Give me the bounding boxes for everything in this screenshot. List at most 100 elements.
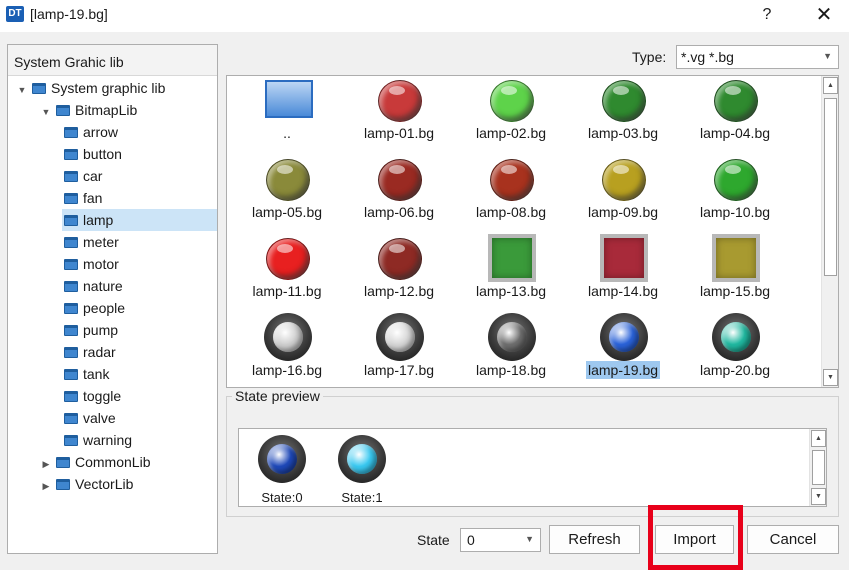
file-label: lamp-17.bg	[363, 362, 435, 378]
collapse-arrow-icon[interactable]: ▼	[40, 101, 52, 123]
scroll-up-icon[interactable]: ▲	[811, 430, 826, 447]
tree-item-label: people	[83, 300, 126, 316]
folder-icon	[64, 325, 78, 336]
tree-item-pump[interactable]: pump	[64, 319, 118, 341]
tree-item-label: fan	[83, 190, 103, 206]
lamp-thumbnail-icon	[714, 159, 758, 201]
folder-icon	[64, 215, 78, 226]
scroll-down-icon[interactable]: ▼	[811, 488, 826, 505]
state-label: State:1	[341, 490, 383, 505]
app-icon: DT	[6, 6, 24, 22]
tree-item-warning[interactable]: warning	[64, 429, 132, 451]
file-item[interactable]: lamp-14.bg	[567, 234, 679, 315]
file-item[interactable]: lamp-08.bg	[455, 157, 567, 236]
lamp-thumbnail-icon	[488, 234, 536, 282]
cancel-button[interactable]: Cancel	[747, 525, 839, 554]
tree-item-toggle[interactable]: toggle	[64, 385, 121, 407]
expand-arrow-icon[interactable]: ▶	[40, 453, 52, 475]
lamp-thumbnail-icon	[378, 159, 422, 201]
tree-item-vectorlib[interactable]: ▶ VectorLib	[40, 473, 134, 497]
tree-item-label: arrow	[83, 124, 119, 140]
file-item[interactable]: lamp-20.bg	[679, 313, 791, 387]
lamp-thumbnail-icon	[488, 313, 536, 361]
folder-icon	[64, 259, 78, 270]
lamp-thumbnail-icon	[378, 238, 422, 280]
tree-item-label: warning	[83, 432, 133, 448]
file-label: lamp-14.bg	[587, 283, 659, 299]
scroll-down-icon[interactable]: ▼	[823, 369, 838, 386]
refresh-button[interactable]: Refresh	[549, 525, 640, 554]
tree-item-label: toggle	[83, 388, 122, 404]
tree-item-system-graphic-lib[interactable]: ▼ System graphic lib	[16, 77, 166, 101]
collapse-arrow-icon[interactable]: ▼	[16, 79, 28, 101]
lamp-thumbnail-icon	[600, 313, 648, 361]
file-item[interactable]: lamp-04.bg	[679, 78, 791, 157]
tree-item-people[interactable]: people	[64, 297, 125, 319]
lamp-thumbnail-icon	[266, 238, 310, 280]
tree-item-nature[interactable]: nature	[64, 275, 123, 297]
file-item[interactable]: lamp-01.bg	[343, 78, 455, 157]
scrollbar-thumb[interactable]	[812, 450, 825, 485]
parent-folder-icon	[265, 80, 313, 118]
tree-item-bitmaplib[interactable]: ▼ BitmapLib	[40, 99, 138, 123]
help-button[interactable]: ?	[752, 2, 782, 28]
file-item[interactable]: lamp-19.bg	[567, 313, 679, 387]
file-item[interactable]: lamp-15.bg	[679, 234, 791, 315]
tree-item-lamp[interactable]: lamp	[62, 209, 217, 231]
tree-item-label: motor	[83, 256, 119, 272]
state-item[interactable]: State:0	[247, 435, 317, 505]
window-title: [lamp-19.bg]	[30, 6, 108, 22]
type-filter-value: *.vg *.bg	[681, 49, 734, 65]
file-item[interactable]: lamp-09.bg	[567, 157, 679, 236]
tree-item-arrow[interactable]: arrow	[64, 121, 118, 143]
file-item[interactable]: lamp-03.bg	[567, 78, 679, 157]
tree-item-button[interactable]: button	[64, 143, 122, 165]
file-item[interactable]: lamp-05.bg	[231, 157, 343, 236]
type-filter-select[interactable]: *.vg *.bg ▼	[676, 45, 839, 69]
lamp-state-icon	[258, 435, 306, 483]
close-button[interactable]: ✕	[806, 2, 842, 28]
tree-item-fan[interactable]: fan	[64, 187, 102, 209]
tree-item-car[interactable]: car	[64, 165, 102, 187]
state-label: State	[417, 532, 450, 548]
state-preview-title: State preview	[232, 388, 323, 404]
tree-item-meter[interactable]: meter	[64, 231, 119, 253]
file-item[interactable]: lamp-02.bg	[455, 78, 567, 157]
tree-item-label: System graphic lib	[51, 80, 166, 96]
file-grid-scrollbar[interactable]: ▲ ▼	[821, 76, 838, 387]
scroll-up-icon[interactable]: ▲	[823, 77, 838, 94]
state-preview-list: State:0 State:1 ▲ ▼	[238, 428, 827, 507]
file-item[interactable]: lamp-11.bg	[231, 236, 343, 315]
file-item[interactable]: lamp-12.bg	[343, 236, 455, 315]
file-grid: .. lamp-01.bg lamp-02.bg lamp-03.bg lamp-04.…	[226, 75, 839, 388]
folder-icon	[56, 105, 70, 116]
file-label: lamp-10.bg	[699, 204, 771, 220]
lamp-thumbnail-icon	[602, 159, 646, 201]
file-item[interactable]: lamp-17.bg	[343, 313, 455, 387]
file-item[interactable]: lamp-18.bg	[455, 313, 567, 387]
state-select[interactable]: 0 ▼	[460, 528, 541, 552]
folder-icon	[64, 127, 78, 138]
file-label: lamp-03.bg	[587, 125, 659, 141]
tree-item-radar[interactable]: radar	[64, 341, 116, 363]
file-item[interactable]: ..	[231, 78, 343, 157]
tree-item-label: pump	[83, 322, 119, 338]
state-item[interactable]: State:1	[327, 435, 397, 505]
expand-arrow-icon[interactable]: ▶	[40, 475, 52, 497]
file-item[interactable]: lamp-10.bg	[679, 157, 791, 236]
state-list-scrollbar[interactable]: ▲ ▼	[809, 429, 826, 506]
file-item[interactable]: lamp-16.bg	[231, 313, 343, 387]
file-item[interactable]: lamp-13.bg	[455, 234, 567, 315]
tree-item-commonlib[interactable]: ▶ CommonLib	[40, 451, 151, 475]
tree-item-label: tank	[83, 366, 110, 382]
file-label: lamp-16.bg	[251, 362, 323, 378]
folder-icon	[56, 479, 70, 490]
folder-icon	[64, 435, 78, 446]
lamp-thumbnail-icon	[602, 80, 646, 122]
tree-item-motor[interactable]: motor	[64, 253, 119, 275]
lamp-thumbnail-icon	[714, 80, 758, 122]
scrollbar-thumb[interactable]	[824, 98, 837, 276]
tree-item-valve[interactable]: valve	[64, 407, 116, 429]
file-item[interactable]: lamp-06.bg	[343, 157, 455, 236]
tree-item-tank[interactable]: tank	[64, 363, 109, 385]
